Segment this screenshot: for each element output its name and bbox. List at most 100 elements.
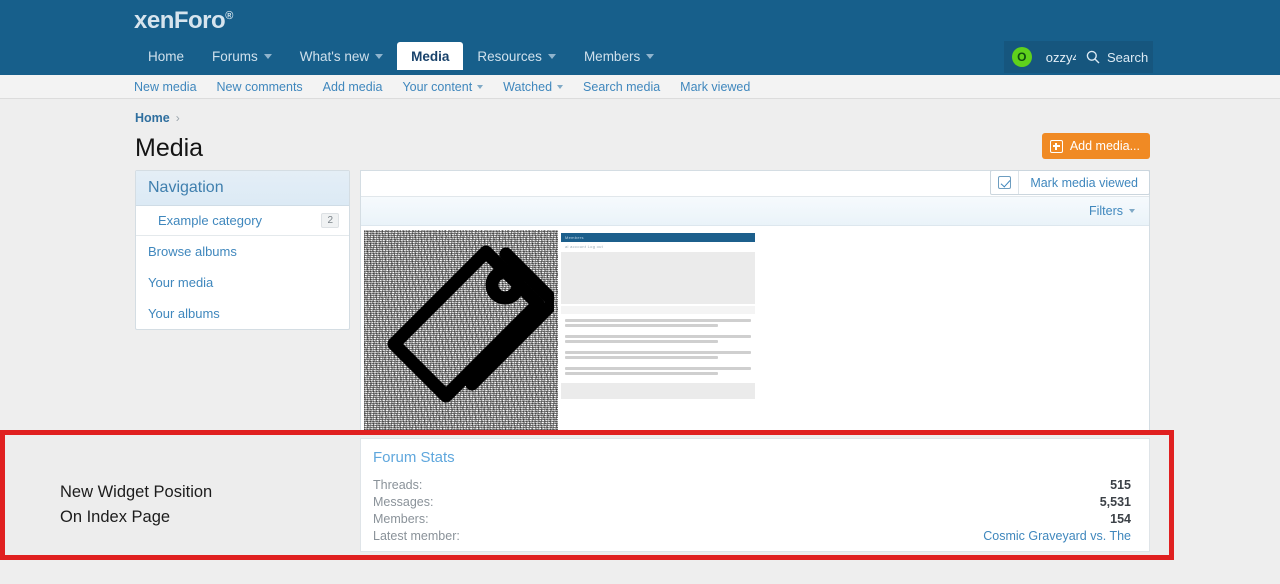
- screenshot-paragraph: [561, 351, 755, 367]
- screenshot-navbar: Members: [561, 233, 755, 242]
- forum-stats-widget: Forum Stats Threads: 515 Messages: 5,531…: [360, 438, 1150, 552]
- navigation-sidebar: Navigation Example category 2 Browse alb…: [135, 170, 350, 330]
- latest-member-link[interactable]: Cosmic Graveyard vs. The: [983, 529, 1131, 543]
- forum-stats-row: Members: 154: [369, 512, 1135, 526]
- main-navigation: Home Forums What's new Media Resources M…: [134, 42, 668, 70]
- subnav-item-mark-viewed[interactable]: Mark viewed: [670, 80, 760, 94]
- media-thumbnail-tag[interactable]: [364, 230, 558, 430]
- chevron-down-icon: [263, 53, 272, 59]
- plus-square-icon: [1049, 139, 1063, 153]
- widget-callout-text: New Widget Position On Index Page: [60, 480, 212, 530]
- subnav-item-your-content[interactable]: Your content: [392, 80, 493, 94]
- chevron-down-icon: [646, 53, 655, 59]
- add-media-button[interactable]: Add media...: [1041, 133, 1150, 159]
- search-icon: [1086, 50, 1100, 64]
- filters-label: Filters: [1088, 204, 1123, 218]
- screenshot-links: al account Log out: [565, 244, 604, 249]
- nav-item-members[interactable]: Members: [570, 42, 668, 70]
- media-thumbnail-forum[interactable]: Members al account Log out: [561, 230, 755, 430]
- widget-callout-line1: New Widget Position: [60, 483, 213, 501]
- breadcrumb-item-home[interactable]: Home: [135, 111, 170, 125]
- subnav-label: New media: [134, 79, 197, 94]
- avatar[interactable]: O: [1011, 47, 1032, 67]
- screenshot-footer: [561, 383, 755, 399]
- nav-item-resources[interactable]: Resources: [463, 42, 570, 70]
- screenshot-navbar-text: Members: [565, 235, 584, 240]
- chevron-down-icon: [1129, 209, 1135, 213]
- sidebar-item-label: Example category: [158, 213, 263, 228]
- sidebar-item-example-category[interactable]: Example category 2: [136, 206, 349, 236]
- sidebar-item-label: Your albums: [148, 306, 220, 321]
- subnav-item-new-comments[interactable]: New comments: [207, 80, 313, 94]
- chevron-down-icon: [547, 53, 556, 59]
- site-logo[interactable]: xenForo®: [134, 7, 233, 35]
- subnav-label: Add media: [322, 79, 383, 94]
- sidebar-item-your-media[interactable]: Your media: [136, 267, 349, 298]
- chevron-down-icon: [375, 53, 384, 59]
- stat-value: 154: [1110, 512, 1131, 526]
- forum-stats-row: Messages: 5,531: [369, 495, 1135, 509]
- screenshot-paragraph: [561, 319, 755, 335]
- nav-label-media: Media: [411, 48, 450, 64]
- subnav-label: New comments: [216, 79, 303, 94]
- nav-item-media[interactable]: Media: [397, 42, 464, 70]
- nav-label-forums: Forums: [212, 48, 258, 64]
- logo-text: xenForo: [134, 7, 226, 34]
- stat-key: Threads:: [373, 478, 423, 492]
- media-grid: Members al account Log out: [361, 226, 1149, 430]
- tag-icon: [387, 245, 554, 403]
- subnav-item-search-media[interactable]: Search media: [573, 80, 670, 94]
- stat-key: Members:: [373, 512, 429, 526]
- nav-label-home: Home: [148, 48, 185, 64]
- screenshot-paragraph: [561, 367, 755, 383]
- nav-label-members: Members: [583, 48, 641, 64]
- add-media-label: Add media...: [1069, 139, 1140, 153]
- sidebar-item-your-albums[interactable]: Your albums: [136, 298, 349, 329]
- sidebar-item-browse-albums[interactable]: Browse albums: [136, 236, 349, 267]
- screenshot-thin-block: [561, 306, 755, 314]
- sidebar-item-label: Browse albums: [148, 244, 237, 259]
- subnav-label: Your content: [402, 79, 473, 94]
- forum-screenshot: Members al account Log out: [561, 230, 755, 430]
- mark-media-viewed-label[interactable]: Mark media viewed: [1019, 171, 1149, 194]
- search-button[interactable]: Search: [1076, 41, 1153, 73]
- subnav-item-add-media[interactable]: Add media: [313, 80, 393, 94]
- search-label: Search: [1107, 49, 1149, 65]
- stat-value: 5,531: [1099, 495, 1131, 509]
- forum-stats-row: Threads: 515: [369, 478, 1135, 492]
- stat-key: Latest member:: [373, 529, 460, 543]
- widget-callout-line2: On Index Page: [60, 508, 171, 526]
- forum-stats-title[interactable]: Forum Stats: [369, 449, 1135, 466]
- media-content-panel: Filters Members al account Log out: [360, 170, 1150, 431]
- stat-value: 515: [1110, 478, 1131, 492]
- subnav-label: Mark viewed: [680, 79, 751, 94]
- mark-media-viewed-checkbox[interactable]: [991, 171, 1020, 194]
- subnav-label: Watched: [503, 79, 553, 94]
- subnav-label: Search media: [583, 79, 661, 94]
- breadcrumb: Home ›: [135, 111, 180, 125]
- sidebar-item-label: Your media: [148, 275, 214, 290]
- breadcrumb-separator: ›: [175, 111, 180, 125]
- filters-button[interactable]: Filters: [1089, 204, 1135, 218]
- sidebar-item-count: 2: [321, 213, 339, 228]
- forum-stats-row: Latest member: Cosmic Graveyard vs. The: [369, 529, 1135, 543]
- page-title: Media: [135, 134, 204, 162]
- nav-item-forums[interactable]: Forums: [198, 42, 286, 70]
- filter-bar: Filters: [361, 197, 1149, 226]
- sidebar-title: Navigation: [136, 171, 349, 206]
- screenshot-block: [561, 252, 755, 304]
- site-header: xenForo® Home Forums What's new Media Re…: [0, 0, 1280, 75]
- page-root: xenForo® Home Forums What's new Media Re…: [0, 0, 1280, 584]
- subnav-item-new-media[interactable]: New media: [134, 80, 207, 94]
- nav-label-resources: Resources: [477, 48, 542, 64]
- mark-media-viewed-control[interactable]: Mark media viewed: [990, 170, 1150, 195]
- checkbox-checked-icon: [998, 176, 1012, 189]
- chevron-down-icon: [557, 84, 564, 89]
- stat-key: Messages:: [373, 495, 434, 509]
- nav-label-whats-new: What's new: [299, 48, 370, 64]
- nav-item-home[interactable]: Home: [134, 42, 198, 70]
- nav-item-whats-new[interactable]: What's new: [286, 42, 397, 70]
- subnav-item-watched[interactable]: Watched: [493, 80, 573, 94]
- screenshot-paragraph: [561, 335, 755, 351]
- logo-mark: ®: [225, 10, 233, 22]
